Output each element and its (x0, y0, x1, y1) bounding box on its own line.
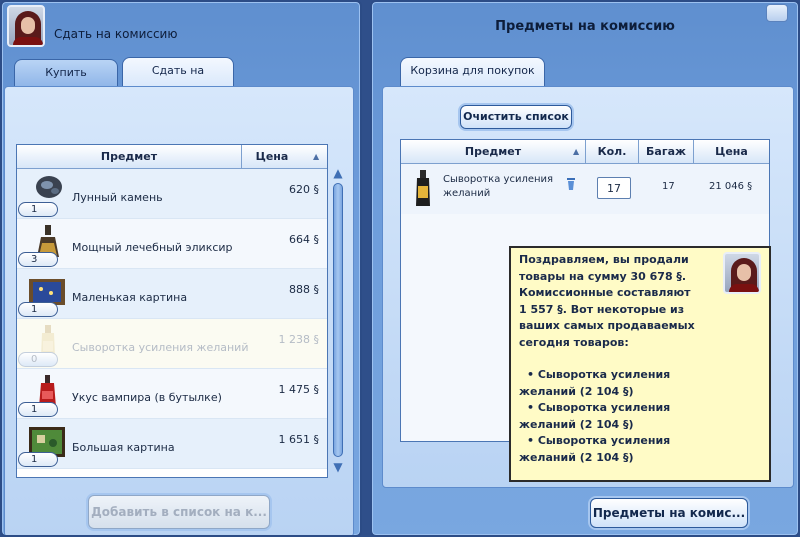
tooltip-line: ваших самых продаваемых (519, 319, 695, 332)
table-row[interactable]: 1 Укус вампира (в бутылке) 1 475 § (17, 369, 327, 419)
column-header-price[interactable]: Цена (242, 145, 302, 169)
sales-notification-tooltip: Поздравляем, вы продали товары на сумму … (509, 246, 771, 482)
item-price: 1 238 § (278, 333, 320, 346)
table-row[interactable]: 3 Мощный лечебный эликсир 664 § (17, 219, 327, 269)
tab-shopping-cart[interactable]: Корзина для покупок (400, 57, 545, 87)
item-price: 620 § (289, 183, 319, 196)
item-price: 21 046 § (709, 181, 753, 192)
clear-list-button[interactable]: Очистить список (460, 105, 572, 129)
scroll-thumb[interactable] (333, 183, 343, 457)
column-header-item[interactable]: Предмет (17, 145, 241, 169)
commission-items-button[interactable]: Предметы на комис... (590, 498, 748, 528)
tooltip-line: 1 557 §. Вот некоторые из (519, 302, 685, 316)
column-header-price[interactable]: Цена (694, 140, 769, 164)
quantity-badge: 1 (18, 202, 58, 217)
item-price: 664 § (289, 233, 319, 246)
tab-sell-on-commission[interactable]: Сдать на комиссию (122, 57, 234, 103)
table-row[interactable]: 1 Маленькая картина 888 § (17, 269, 327, 319)
add-to-commission-list-button[interactable]: Добавить в список на к... (88, 495, 270, 529)
quantity-badge: 1 (18, 302, 58, 317)
table-row[interactable]: Сыворотка усиления желаний 17 21 046 § (401, 164, 769, 214)
panel-title: Предметы на комиссию (495, 19, 675, 34)
sort-up-icon: ▲ (313, 152, 320, 161)
table-row[interactable]: 1 Большая картина 1 651 § (17, 419, 327, 469)
sim-portrait-icon (7, 5, 45, 47)
tooltip-bullet: желаний (2 104 §) (519, 417, 634, 431)
items-scrollbar[interactable]: ▲ ▼ (330, 167, 346, 477)
tooltip-bullet: • Сыворотка усиления (527, 434, 671, 447)
column-header-item[interactable]: Предмет (401, 140, 585, 164)
column-header-luggage[interactable]: Багаж (639, 140, 693, 164)
item-price: 1 475 § (278, 383, 320, 396)
quantity-badge: 1 (18, 452, 58, 467)
item-name: Укус вампира (в бутылке) (72, 391, 222, 404)
item-price: 1 651 § (278, 433, 320, 446)
panel-title: Сдать на комиссию (54, 27, 178, 41)
tooltip-line: сегодня товаров: (519, 335, 629, 349)
serum-bottle-icon (416, 170, 430, 206)
tooltip-bullet: • Сыворотка усиления (527, 401, 671, 414)
item-name: Лунный камень (72, 191, 163, 204)
tooltip-line: товары на сумму 30 678 §. (519, 269, 687, 283)
quantity-badge: 0 (18, 352, 58, 367)
sort-up-icon: ▲ (573, 147, 580, 156)
scroll-down-icon[interactable]: ▼ (331, 461, 345, 473)
items-table: Предмет Цена ▲ 1 Лунный камень 620 § 3 М… (16, 144, 328, 478)
table-row[interactable]: 1 Лунный камень 620 § (17, 169, 327, 219)
tooltip-line: Комиссионные составляют (519, 286, 691, 299)
item-name: Маленькая картина (72, 291, 188, 304)
trash-icon[interactable] (566, 177, 576, 191)
item-name: Большая картина (72, 441, 175, 454)
item-name: Сыворотка усиления желаний (443, 174, 554, 199)
quantity-badge: 3 (18, 252, 58, 267)
scroll-up-icon[interactable]: ▲ (331, 167, 345, 179)
tooltip-line: Поздравляем, вы продали (519, 253, 689, 266)
tooltip-bullet: желаний (2 104 §) (519, 450, 634, 464)
item-name: Мощный лечебный эликсир (72, 241, 233, 254)
quantity-badge: 1 (18, 402, 58, 417)
tooltip-bullet: желаний (2 104 §) (519, 384, 634, 398)
quantity-input[interactable] (597, 177, 631, 199)
item-price: 888 § (289, 283, 319, 296)
close-icon[interactable] (766, 4, 788, 22)
item-name: Сыворотка усиления желаний (72, 341, 249, 354)
tooltip-bullet: • Сыворотка усиления (527, 368, 671, 381)
table-header: Предмет ▲ Кол. Багаж Цена (401, 140, 769, 164)
column-header-quantity[interactable]: Кол. (586, 140, 638, 164)
luggage-count: 17 (662, 181, 675, 192)
sim-portrait-icon (723, 252, 761, 294)
sell-panel: Сдать на комиссию Купить Сдать на комисс… (0, 0, 362, 537)
tab-buy[interactable]: Купить (14, 59, 118, 87)
table-header: Предмет Цена ▲ (17, 145, 327, 169)
table-row[interactable]: 0 Сыворотка усиления желаний 1 238 § (17, 319, 327, 369)
